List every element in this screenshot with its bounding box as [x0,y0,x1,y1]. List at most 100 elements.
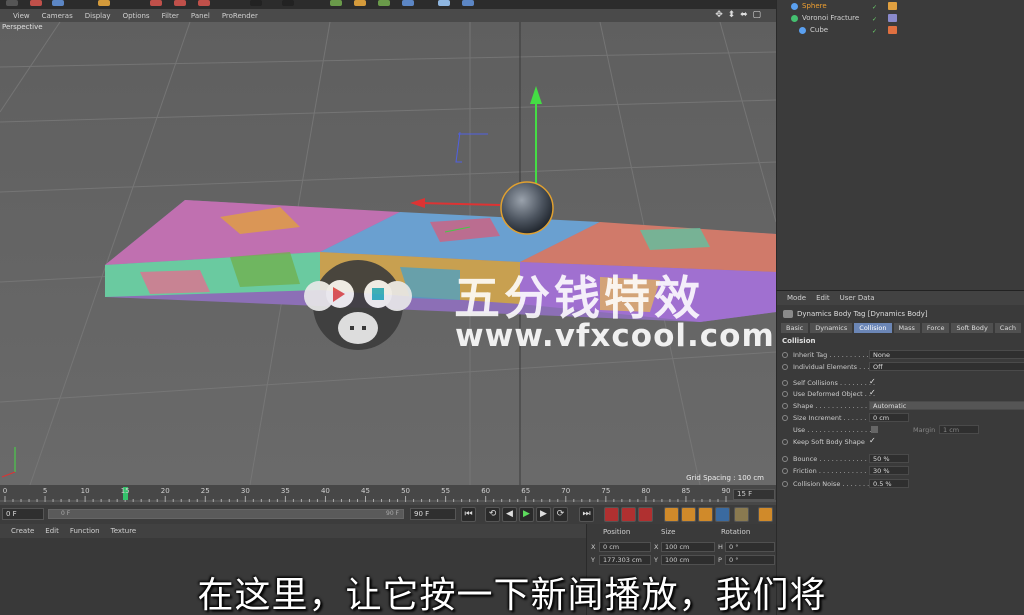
dynamics-tag-icon[interactable] [888,14,897,22]
toolbar-icon[interactable] [198,0,210,6]
animate-dot-icon[interactable] [782,415,788,421]
keep-soft-body-checkbox[interactable]: ✓ [869,436,876,445]
tab-collision[interactable]: Collision [854,323,892,333]
end-frame-field[interactable]: 90 F [410,508,456,520]
object-row-voronoi[interactable]: Voronoi Fracture ✓ [777,12,1024,24]
tab-dynamics[interactable]: Dynamics [810,323,853,333]
rotation-p-field[interactable]: 0 ° [725,555,775,565]
keyframe-selection-icon[interactable] [638,507,653,522]
scale-key-icon[interactable] [681,507,696,522]
prev-frame-button[interactable]: ◀ [502,507,517,522]
animate-dot-icon[interactable] [782,456,788,462]
record-icon[interactable] [604,507,619,522]
toolbar-icon[interactable] [462,0,474,6]
inherit-tag-dropdown[interactable]: None [869,350,1024,359]
dynamics-tag-icon[interactable] [888,2,897,10]
animate-dot-icon[interactable] [782,391,788,397]
animate-dot-icon[interactable] [782,403,788,409]
go-to-end-button[interactable]: ⏭ [579,507,594,522]
self-collisions-checkbox[interactable]: ✓ [869,377,876,386]
individual-elements-dropdown[interactable]: Off [869,362,1024,371]
menu-filter[interactable]: Filter [162,12,179,20]
toolbar-icon[interactable] [282,0,294,6]
visibility-flags[interactable]: ✓ [872,2,884,11]
go-to-start-button[interactable]: ⏮ [461,507,476,522]
timeline-window-icon[interactable] [758,507,773,522]
collision-noise-field[interactable]: 0.5 % [869,479,909,488]
menu-user-data[interactable]: User Data [840,294,875,302]
timeline-ruler[interactable]: 0 5 10 15 20 25 30 35 40 45 50 55 60 65 70 75 80 85 90 15 … [0,485,776,505]
animate-dot-icon[interactable] [782,364,788,370]
3d-viewport[interactable]: Perspective Grid Spacing : 100 cm [0,22,776,485]
menu-cameras[interactable]: Cameras [42,12,73,20]
animate-dot-icon[interactable] [782,468,788,474]
animate-dot-icon[interactable] [782,439,788,445]
param-key-icon[interactable] [715,507,730,522]
toolbar-icon[interactable] [174,0,186,6]
rotate-key-icon[interactable] [698,507,713,522]
menu-edit[interactable]: Edit [45,527,59,535]
tick-label: 85 [681,487,691,495]
menu-options[interactable]: Options [123,12,150,20]
material-tag-icon[interactable] [888,26,897,34]
move-key-icon[interactable] [664,507,679,522]
play-button[interactable]: ▶ [519,507,534,522]
menu-display[interactable]: Display [85,12,111,20]
toolbar-icon[interactable] [402,0,414,6]
menu-prorender[interactable]: ProRender [222,12,258,20]
size-y-field[interactable]: 100 cm [661,555,715,565]
toolbar-icon[interactable] [354,0,366,6]
toolbar-icon[interactable] [98,0,110,6]
toolbar-icon[interactable] [52,0,64,6]
visibility-flags[interactable]: ✓ [872,14,884,23]
animate-dot-icon[interactable] [782,380,788,386]
menu-create[interactable]: Create [11,527,34,535]
prev-key-button[interactable]: ⟲ [485,507,500,522]
object-row-sphere[interactable]: Sphere ✓ [777,0,1024,12]
size-increment-field[interactable]: 0 cm [869,413,909,422]
toolbar-icon[interactable] [150,0,162,6]
menu-view[interactable]: View [13,12,30,20]
tick-label: 80 [641,487,651,495]
margin-field[interactable]: 1 cm [939,425,979,434]
tick-label: 50 [401,487,411,495]
viewport-nav-icons[interactable]: ✥ ⬍ ⬌ ▢ [715,10,762,20]
next-frame-button[interactable]: ▶ [536,507,551,522]
toolbar-icon[interactable] [438,0,450,6]
use-deformed-checkbox[interactable]: ✓ [869,388,876,397]
fps-field[interactable]: 15 F [733,489,775,500]
next-key-button[interactable]: ⟳ [553,507,568,522]
tab-basic[interactable]: Basic [781,323,809,333]
visibility-flags[interactable]: ✓ [872,26,884,35]
axis-label: P [718,556,722,564]
shape-dropdown[interactable]: Automatic [869,401,1024,410]
use-checkbox[interactable] [871,426,878,433]
pla-key-icon[interactable] [734,507,749,522]
object-row-cube[interactable]: Cube ✓ [777,24,1024,36]
toolbar-icon[interactable] [6,0,18,6]
autokey-icon[interactable] [621,507,636,522]
toolbar-icon[interactable] [30,0,42,6]
tab-force[interactable]: Force [921,323,950,333]
menu-mode[interactable]: Mode [787,294,806,302]
tab-soft-body[interactable]: Soft Body [951,323,993,333]
toolbar-icon[interactable] [378,0,390,6]
toolbar-icon[interactable] [330,0,342,6]
animate-dot-icon[interactable] [782,352,788,358]
menu-edit[interactable]: Edit [816,294,830,302]
frame-range-slider[interactable]: 0 F 90 F [48,509,404,519]
tab-mass[interactable]: Mass [893,323,920,333]
rotation-h-field[interactable]: 0 ° [725,542,775,552]
size-x-field[interactable]: 100 cm [661,542,715,552]
position-y-field[interactable]: 177.303 cm [599,555,651,565]
tab-cache[interactable]: Cach [994,323,1022,333]
start-frame-field[interactable]: 0 F [2,508,44,520]
friction-field[interactable]: 30 % [869,466,909,475]
position-x-field[interactable]: 0 cm [599,542,651,552]
toolbar-icon[interactable] [250,0,262,6]
menu-function[interactable]: Function [70,527,100,535]
menu-panel[interactable]: Panel [191,12,210,20]
bounce-field[interactable]: 50 % [869,454,909,463]
menu-texture[interactable]: Texture [111,527,137,535]
animate-dot-icon[interactable] [782,481,788,487]
